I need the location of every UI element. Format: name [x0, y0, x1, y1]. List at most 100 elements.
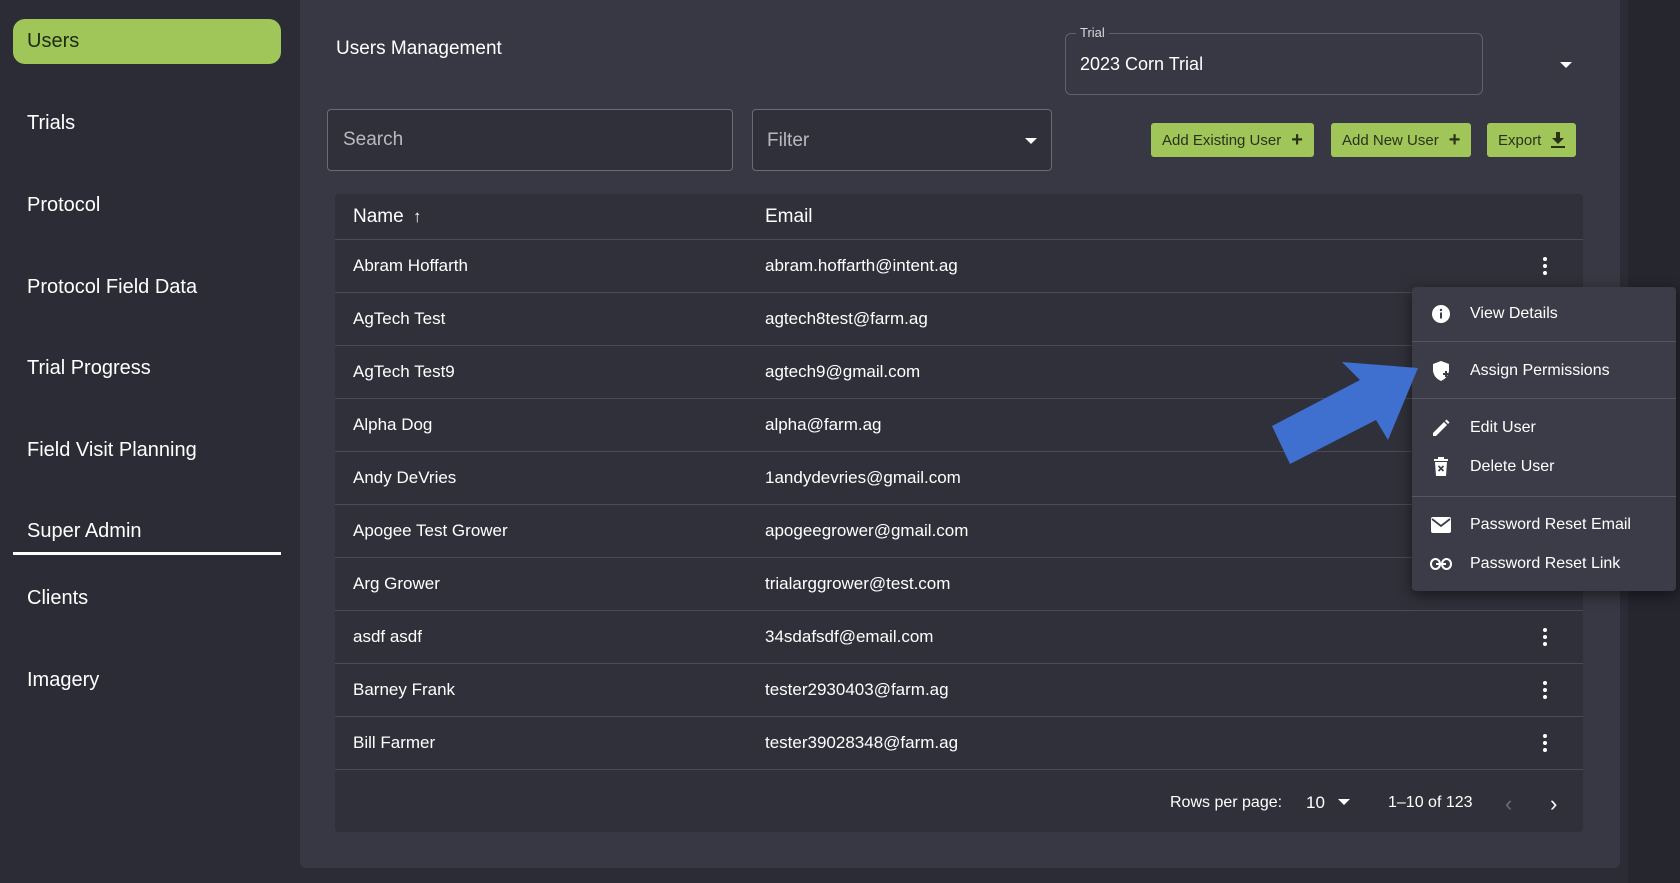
page-title: Users Management	[336, 38, 502, 59]
menu-item-label: Password Reset Link	[1470, 555, 1621, 572]
menu-item-label: Password Reset Email	[1470, 516, 1631, 533]
sidebar-item-trials[interactable]: Trials	[13, 101, 281, 146]
more-vert-icon[interactable]	[1533, 625, 1557, 649]
table-row[interactable]: Barney Frank tester2930403@farm.ag	[335, 664, 1583, 717]
chevron-down-icon	[1337, 799, 1350, 805]
cell-email: tester2930403@farm.ag	[765, 680, 949, 699]
table-header: Name ↑ Email	[335, 194, 1583, 240]
column-header-email[interactable]: Email	[765, 206, 813, 228]
menu-item-view-details[interactable]: View Details	[1412, 295, 1676, 333]
add-new-user-button[interactable]: Add New User +	[1331, 123, 1472, 157]
more-vert-icon[interactable]	[1533, 678, 1557, 702]
sidebar-item-protocol[interactable]: Protocol	[13, 183, 281, 228]
cell-email: agtech8test@farm.ag	[765, 309, 928, 328]
table-row[interactable]: asdf asdf 34sdafsdf@email.com	[335, 611, 1583, 664]
search-field[interactable]	[327, 109, 733, 171]
filter-select[interactable]: Filter	[752, 109, 1052, 171]
sidebar: Users Trials Protocol Protocol Field Dat…	[0, 0, 296, 883]
table-row[interactable]: Abram Hoffarth abram.hoffarth@intent.ag	[335, 240, 1583, 293]
chevron-down-icon	[1025, 138, 1037, 144]
sidebar-item-users[interactable]: Users	[13, 19, 281, 64]
cell-name: Bill Farmer	[353, 733, 436, 752]
mail-icon	[1430, 514, 1452, 536]
plus-icon: +	[1291, 129, 1303, 151]
table-row[interactable]: Arg Grower trialarggrower@test.com	[335, 558, 1583, 611]
export-label: Export	[1498, 131, 1542, 149]
menu-item-password-reset-email[interactable]: Password Reset Email	[1412, 506, 1676, 544]
sidebar-item-label: Super Admin	[27, 519, 142, 542]
link-icon	[1430, 553, 1452, 575]
more-vert-icon[interactable]	[1533, 254, 1557, 278]
menu-item-assign-permissions[interactable]: Assign Permissions	[1412, 352, 1676, 390]
sidebar-item-label: Clients	[27, 587, 89, 609]
chevron-right-icon[interactable]: ›	[1550, 791, 1557, 817]
cell-name: asdf asdf	[353, 627, 422, 646]
add-existing-user-button[interactable]: Add Existing User +	[1151, 123, 1314, 157]
table-row[interactable]: AgTech Test agtech8test@farm.ag	[335, 293, 1583, 346]
menu-item-label: Assign Permissions	[1470, 362, 1610, 379]
sidebar-item-super-admin[interactable]: Super Admin	[13, 510, 281, 555]
shield-add-icon	[1430, 360, 1452, 382]
cell-email: agtech9@gmail.com	[765, 362, 921, 381]
menu-item-label: Delete User	[1470, 458, 1555, 475]
sidebar-item-label: Field Visit Planning	[27, 439, 197, 461]
sidebar-item-label: Trials	[27, 112, 76, 134]
export-button[interactable]: Export	[1487, 123, 1577, 157]
cell-email: trialarggrower@test.com	[765, 574, 951, 593]
filter-label: Filter	[767, 130, 810, 151]
sidebar-item-field-visit-planning[interactable]: Field Visit Planning	[13, 428, 281, 473]
cell-name: Abram Hoffarth	[353, 256, 468, 275]
sidebar-item-label: Imagery	[27, 669, 100, 691]
sidebar-item-clients[interactable]: Clients	[13, 576, 281, 621]
cell-email: 1andydevries@gmail.com	[765, 468, 961, 487]
cell-email: 34sdafsdf@email.com	[765, 627, 934, 646]
column-header-name[interactable]: Name ↑	[353, 206, 421, 228]
sidebar-item-label: Users	[27, 30, 80, 52]
menu-item-delete-user[interactable]: Delete User	[1412, 448, 1676, 486]
trial-select-value: 2023 Corn Trial	[1080, 54, 1204, 74]
user-actions-menu: View Details Assign Permissions Edit Use…	[1412, 287, 1676, 591]
rows-per-page-value: 10	[1306, 793, 1325, 812]
cell-name: AgTech Test9	[353, 362, 455, 381]
trial-select[interactable]: Trial 2023 Corn Trial	[1065, 25, 1572, 95]
info-icon	[1430, 303, 1452, 325]
menu-divider	[1412, 496, 1676, 497]
cell-name: Alpha Dog	[353, 415, 433, 434]
cell-name: Apogee Test Grower	[353, 521, 508, 540]
menu-item-edit-user[interactable]: Edit User	[1412, 409, 1676, 447]
pencil-icon	[1430, 417, 1452, 439]
trash-icon	[1430, 456, 1452, 478]
menu-item-password-reset-link[interactable]: Password Reset Link	[1412, 545, 1676, 583]
chevron-down-icon	[1560, 62, 1572, 68]
add-existing-user-label: Add Existing User	[1162, 131, 1282, 149]
search-input[interactable]	[328, 110, 732, 170]
menu-divider	[1412, 398, 1676, 399]
cell-name: Andy DeVries	[353, 468, 457, 487]
sidebar-item-trial-progress[interactable]: Trial Progress	[13, 346, 281, 391]
plus-icon: +	[1448, 129, 1461, 151]
add-new-user-label: Add New User	[1342, 131, 1439, 149]
menu-divider	[1412, 341, 1676, 342]
column-header-name-label: Name	[353, 206, 404, 227]
sidebar-item-label: Protocol	[27, 194, 101, 216]
cell-email: alpha@farm.ag	[765, 415, 882, 434]
cell-name: AgTech Test	[353, 309, 446, 328]
table-row[interactable]: Apogee Test Grower apogeegrower@gmail.co…	[335, 505, 1583, 558]
cell-email: tester39028348@farm.ag	[765, 733, 959, 752]
sidebar-item-label: Protocol Field Data	[27, 276, 198, 298]
table-row[interactable]: Bill Farmer tester39028348@farm.ag	[335, 717, 1583, 770]
chevron-left-icon[interactable]: ‹	[1505, 791, 1512, 817]
rows-per-page-label: Rows per page:	[1170, 794, 1283, 811]
more-vert-icon[interactable]	[1533, 731, 1557, 755]
cell-email: abram.hoffarth@intent.ag	[765, 256, 958, 275]
pagination: Rows per page: 10 1–10 of 123 ‹ ›	[335, 774, 1583, 832]
pagination-range: 1–10 of 123	[1388, 794, 1473, 811]
cell-name: Arg Grower	[353, 574, 440, 593]
download-icon	[1551, 132, 1566, 148]
sidebar-item-imagery[interactable]: Imagery	[13, 658, 281, 703]
arrow-up-icon: ↑	[412, 207, 422, 226]
trial-select-label: Trial	[1076, 25, 1109, 40]
sidebar-item-label: Trial Progress	[27, 357, 151, 379]
sidebar-item-protocol-field-data[interactable]: Protocol Field Data	[13, 265, 281, 310]
rows-per-page-select[interactable]: 10	[1306, 793, 1350, 813]
